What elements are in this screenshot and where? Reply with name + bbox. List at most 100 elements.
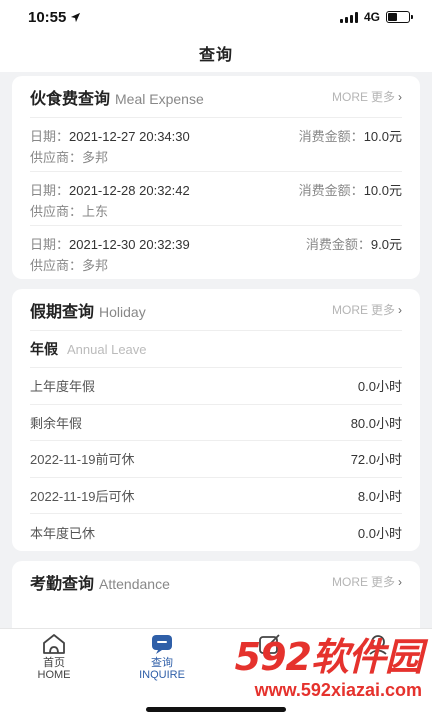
meal-date: 日期：2021-12-28 20:32:42 — [30, 180, 190, 199]
holiday-card-header: 假期查询 Holiday MORE 更多 › — [30, 289, 402, 331]
attendance-card: 考勤查询 Attendance MORE 更多 › — [12, 560, 420, 628]
date-value: 2021-12-28 20:32:42 — [69, 183, 190, 198]
holiday-card-title: 假期查询 Holiday — [30, 298, 146, 322]
attendance-title-en: Attendance — [99, 575, 170, 592]
status-bar: 10:55 4G — [0, 0, 432, 34]
content-scroll[interactable]: 伙食费查询 Meal Expense MORE 更多 › 日期：2021-12-27 … — [0, 76, 432, 628]
amount-label: 消费金额： — [298, 129, 364, 144]
meal-date: 日期：2021-12-27 20:34:30 — [30, 126, 190, 145]
tab-home-label-en: HOME — [37, 669, 71, 681]
tab-mine[interactable] — [324, 633, 432, 681]
status-indicators: 4G — [339, 10, 413, 24]
date-value: 2021-12-30 20:32:39 — [69, 237, 190, 252]
attendance-more-link[interactable]: MORE 更多 › — [332, 573, 402, 590]
holiday-more-link[interactable]: MORE 更多 › — [332, 301, 402, 318]
status-time: 10:55 — [28, 9, 81, 26]
battery-icon — [386, 11, 413, 23]
meal-card-title: 伙食费查询 Meal Expense — [30, 85, 204, 109]
leave-value: 0.0小时 — [357, 379, 402, 395]
more-en: MORE — [331, 574, 368, 589]
more-en: MORE — [331, 89, 368, 104]
meal-amount: 消费金额：10.0元 — [299, 126, 402, 145]
chat-icon — [149, 633, 175, 655]
amount-value: 10.0元 — [363, 129, 402, 144]
holiday-card: 假期查询 Holiday MORE 更多 › 年假 Annual Leave 上年度年假… — [12, 289, 420, 551]
tab-inquire-label-en: INQUIRE — [139, 669, 185, 681]
leave-row: 本年度已休 0.0小时 — [30, 514, 402, 551]
supplier-value: 上东 — [82, 204, 109, 219]
amount-value: 10.0元 — [363, 183, 402, 198]
meal-card-header: 伙食费查询 Meal Expense MORE 更多 › — [30, 76, 402, 118]
leave-label: 2022-11-19后可休 — [30, 488, 135, 504]
supplier-label: 供应商： — [30, 150, 83, 165]
leave-label: 上年度年假 — [30, 379, 96, 395]
more-en: MORE — [331, 302, 368, 317]
supplier-label: 供应商： — [30, 204, 83, 219]
leave-row: 上年度年假 0.0小时 — [30, 368, 402, 405]
edit-icon — [257, 633, 283, 655]
tab-home-label: 首页 — [43, 657, 65, 669]
tab-inquire[interactable]: 查询 INQUIRE — [108, 633, 216, 681]
meal-title-cn: 伙食费查询 — [30, 90, 111, 108]
meal-supplier: 供应商：上东 — [30, 201, 108, 220]
meal-date: 日期：2021-12-30 20:32:39 — [30, 234, 190, 253]
more-cn: 更多 — [370, 575, 395, 589]
clock-text: 10:55 — [28, 8, 67, 26]
location-arrow-icon — [71, 12, 81, 22]
annual-leave-en: Annual Leave — [67, 341, 147, 357]
attendance-title-cn: 考勤查询 — [30, 575, 95, 593]
chevron-right-icon: › — [398, 574, 402, 589]
attendance-card-header: 考勤查询 Attendance MORE 更多 › — [30, 561, 402, 603]
holiday-title-cn: 假期查询 — [30, 303, 95, 321]
meal-more-link[interactable]: MORE 更多 › — [332, 88, 402, 105]
date-value: 2021-12-27 20:34:30 — [69, 129, 190, 144]
signal-icon — [339, 11, 358, 23]
supplier-label: 供应商： — [30, 258, 83, 273]
holiday-title-en: Holiday — [99, 303, 146, 320]
tab-inquire-label: 查询 — [151, 657, 173, 669]
attendance-card-title: 考勤查询 Attendance — [30, 570, 170, 594]
home-icon — [41, 633, 67, 655]
chevron-right-icon: › — [398, 89, 402, 104]
chevron-right-icon: › — [398, 302, 402, 317]
leave-row: 2022-11-19前可休 72.0小时 — [30, 441, 402, 478]
leave-row: 2022-11-19后可休 8.0小时 — [30, 478, 402, 514]
home-indicator — [146, 707, 286, 712]
date-label: 日期： — [30, 129, 70, 144]
amount-label: 消费金额： — [298, 183, 364, 198]
more-cn: 更多 — [370, 303, 395, 317]
leave-label: 剩余年假 — [30, 415, 83, 431]
annual-leave-heading: 年假 Annual Leave — [30, 331, 402, 368]
meal-supplier: 供应商：多邦 — [30, 147, 108, 166]
more-cn: 更多 — [370, 90, 395, 104]
leave-value: 72.0小时 — [350, 452, 402, 468]
meal-record[interactable]: 日期：2021-12-30 20:32:39 消费金额：9.0元 供应商：多邦 — [30, 226, 402, 279]
supplier-value: 多邦 — [82, 150, 109, 165]
page-title: 查询 — [198, 47, 233, 64]
leave-row: 剩余年假 80.0小时 — [30, 405, 402, 441]
network-type: 4G — [363, 10, 380, 24]
date-label: 日期： — [30, 183, 70, 198]
meal-amount: 消费金额：9.0元 — [306, 234, 402, 253]
tab-home[interactable]: 首页 HOME — [0, 633, 108, 681]
amount-label: 消费金额： — [305, 237, 371, 252]
meal-record[interactable]: 日期：2021-12-27 20:34:30 消费金额：10.0元 供应商：多邦 — [30, 118, 402, 172]
meal-supplier: 供应商：多邦 — [30, 255, 108, 274]
leave-label: 2022-11-19前可休 — [30, 452, 135, 468]
leave-value: 8.0小时 — [357, 488, 402, 504]
tab-apply[interactable] — [216, 633, 324, 681]
leave-value: 0.0小时 — [357, 525, 402, 541]
meal-expense-card: 伙食费查询 Meal Expense MORE 更多 › 日期：2021-12-27 … — [12, 76, 420, 279]
annual-leave-cn: 年假 — [30, 341, 58, 357]
meal-record[interactable]: 日期：2021-12-28 20:32:42 消费金额：10.0元 供应商：上东 — [30, 172, 402, 226]
leave-label: 本年度已休 — [30, 525, 96, 541]
amount-value: 9.0元 — [370, 237, 402, 252]
date-label: 日期： — [30, 237, 70, 252]
meal-title-en: Meal Expense — [115, 90, 204, 107]
meal-amount: 消费金额：10.0元 — [299, 180, 402, 199]
tab-bar: 首页 HOME 查询 INQUIRE — [0, 628, 432, 720]
profile-icon — [365, 633, 391, 655]
supplier-value: 多邦 — [82, 258, 109, 273]
leave-value: 80.0小时 — [350, 415, 402, 431]
nav-bar: 查询 — [0, 34, 432, 72]
